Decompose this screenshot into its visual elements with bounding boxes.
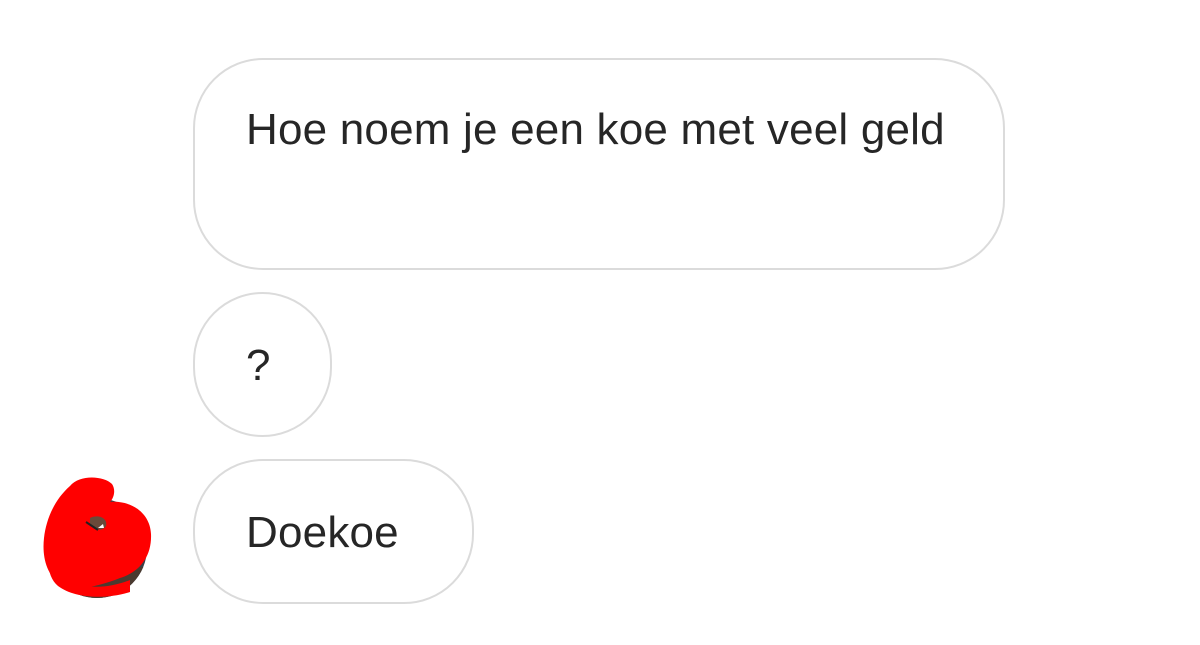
message-text: ? [246,341,271,390]
message-bubble[interactable]: Doekoe [193,459,474,604]
message-text: Doekoe [246,508,399,557]
avatar[interactable] [40,472,156,606]
message-bubble[interactable]: ? [193,292,332,437]
message-bubble[interactable]: Hoe noem je een koe met veel geld [193,58,1005,270]
chat-thread: Hoe noem je een koe met veel geld ? Doek… [0,0,1200,645]
redacted-avatar-icon [43,477,152,598]
message-text: Hoe noem je een koe met veel geld [246,105,945,154]
